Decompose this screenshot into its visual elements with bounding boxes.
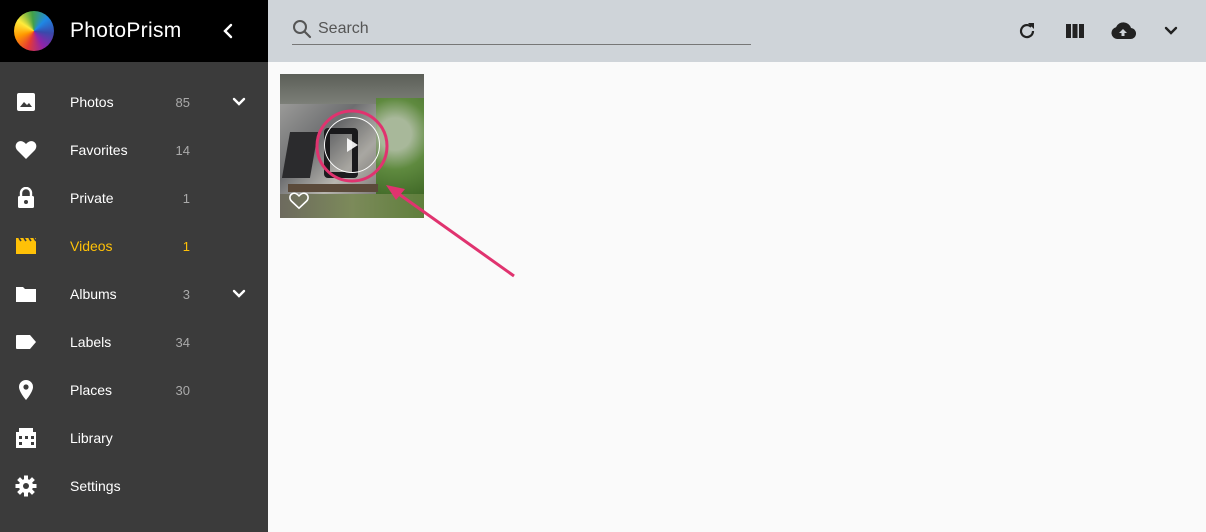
chevron-down-icon <box>232 97 246 106</box>
sidebar-item-albums[interactable]: Albums 3 <box>0 270 268 318</box>
sidebar-item-label: Albums <box>70 286 117 302</box>
sidebar-item-label: Library <box>70 430 113 446</box>
heart-icon <box>14 138 38 162</box>
sidebar-item-count: 3 <box>182 286 190 302</box>
sidebar-item-label: Videos <box>70 238 113 254</box>
sidebar-item-label: Photos <box>70 94 114 110</box>
upload-button[interactable] <box>1110 18 1136 44</box>
sidebar-item-favorites[interactable]: Favorites 14 <box>0 126 268 174</box>
sidebar-item-label: Places <box>70 382 113 398</box>
sidebar-item-library[interactable]: Library <box>0 414 268 462</box>
search-field <box>292 14 751 45</box>
view-columns-icon <box>1066 24 1084 38</box>
lock-icon <box>14 186 38 210</box>
label-icon <box>14 330 38 354</box>
sidebar-item-settings[interactable]: Settings <box>0 462 268 510</box>
sidebar-item-label: Labels <box>70 334 112 350</box>
sidebar: PhotoPrism Photos 85 Favorites 14 Privat… <box>0 0 268 532</box>
sidebar-item-count: 14 <box>175 142 190 158</box>
chevron-left-icon <box>223 23 233 39</box>
search-input[interactable] <box>318 20 738 38</box>
sidebar-item-count: 1 <box>182 190 190 206</box>
search-icon <box>293 20 312 39</box>
sidebar-item-count: 85 <box>175 94 190 110</box>
more-menu-button[interactable] <box>1158 18 1184 44</box>
upload-icon <box>1111 22 1136 40</box>
expand-photos-button[interactable] <box>228 91 250 113</box>
sidebar-item-count: 30 <box>175 382 190 398</box>
sidebar-item-label: Private <box>70 190 114 206</box>
chevron-down-icon <box>1164 26 1178 35</box>
folder-icon <box>14 282 38 306</box>
sidebar-item-count: 34 <box>175 334 190 350</box>
chevron-down-icon <box>232 289 246 298</box>
expand-albums-button[interactable] <box>228 283 250 305</box>
photoprism-logo <box>14 11 54 51</box>
sidebar-item-private[interactable]: Private 1 <box>0 174 268 222</box>
sidebar-item-videos[interactable]: Videos 1 <box>0 222 268 270</box>
video-thumbnail[interactable] <box>280 74 424 218</box>
top-toolbar <box>268 0 1206 62</box>
view-mode-button[interactable] <box>1062 18 1088 44</box>
heart-outline-icon <box>289 192 309 210</box>
sidebar-nav: Photos 85 Favorites 14 Private 1 Videos <box>0 78 268 510</box>
brand-header: PhotoPrism <box>0 0 268 62</box>
video-grid <box>268 62 1206 532</box>
sidebar-item-places[interactable]: Places 30 <box>0 366 268 414</box>
sidebar-item-label: Settings <box>70 478 121 494</box>
play-button[interactable] <box>324 117 380 173</box>
library-icon <box>14 426 38 450</box>
sidebar-item-labels[interactable]: Labels 34 <box>0 318 268 366</box>
image-icon <box>14 90 38 114</box>
play-icon <box>347 138 358 152</box>
app-title: PhotoPrism <box>70 19 182 42</box>
place-icon <box>14 378 38 402</box>
gear-icon <box>14 474 38 498</box>
movie-icon <box>14 234 38 258</box>
sidebar-item-photos[interactable]: Photos 85 <box>0 78 268 126</box>
collapse-sidebar-button[interactable] <box>218 20 238 42</box>
sidebar-item-label: Favorites <box>70 142 128 158</box>
refresh-icon <box>1019 23 1035 39</box>
sidebar-item-count: 1 <box>182 238 190 254</box>
favorite-toggle[interactable] <box>288 190 310 212</box>
refresh-button[interactable] <box>1014 18 1040 44</box>
